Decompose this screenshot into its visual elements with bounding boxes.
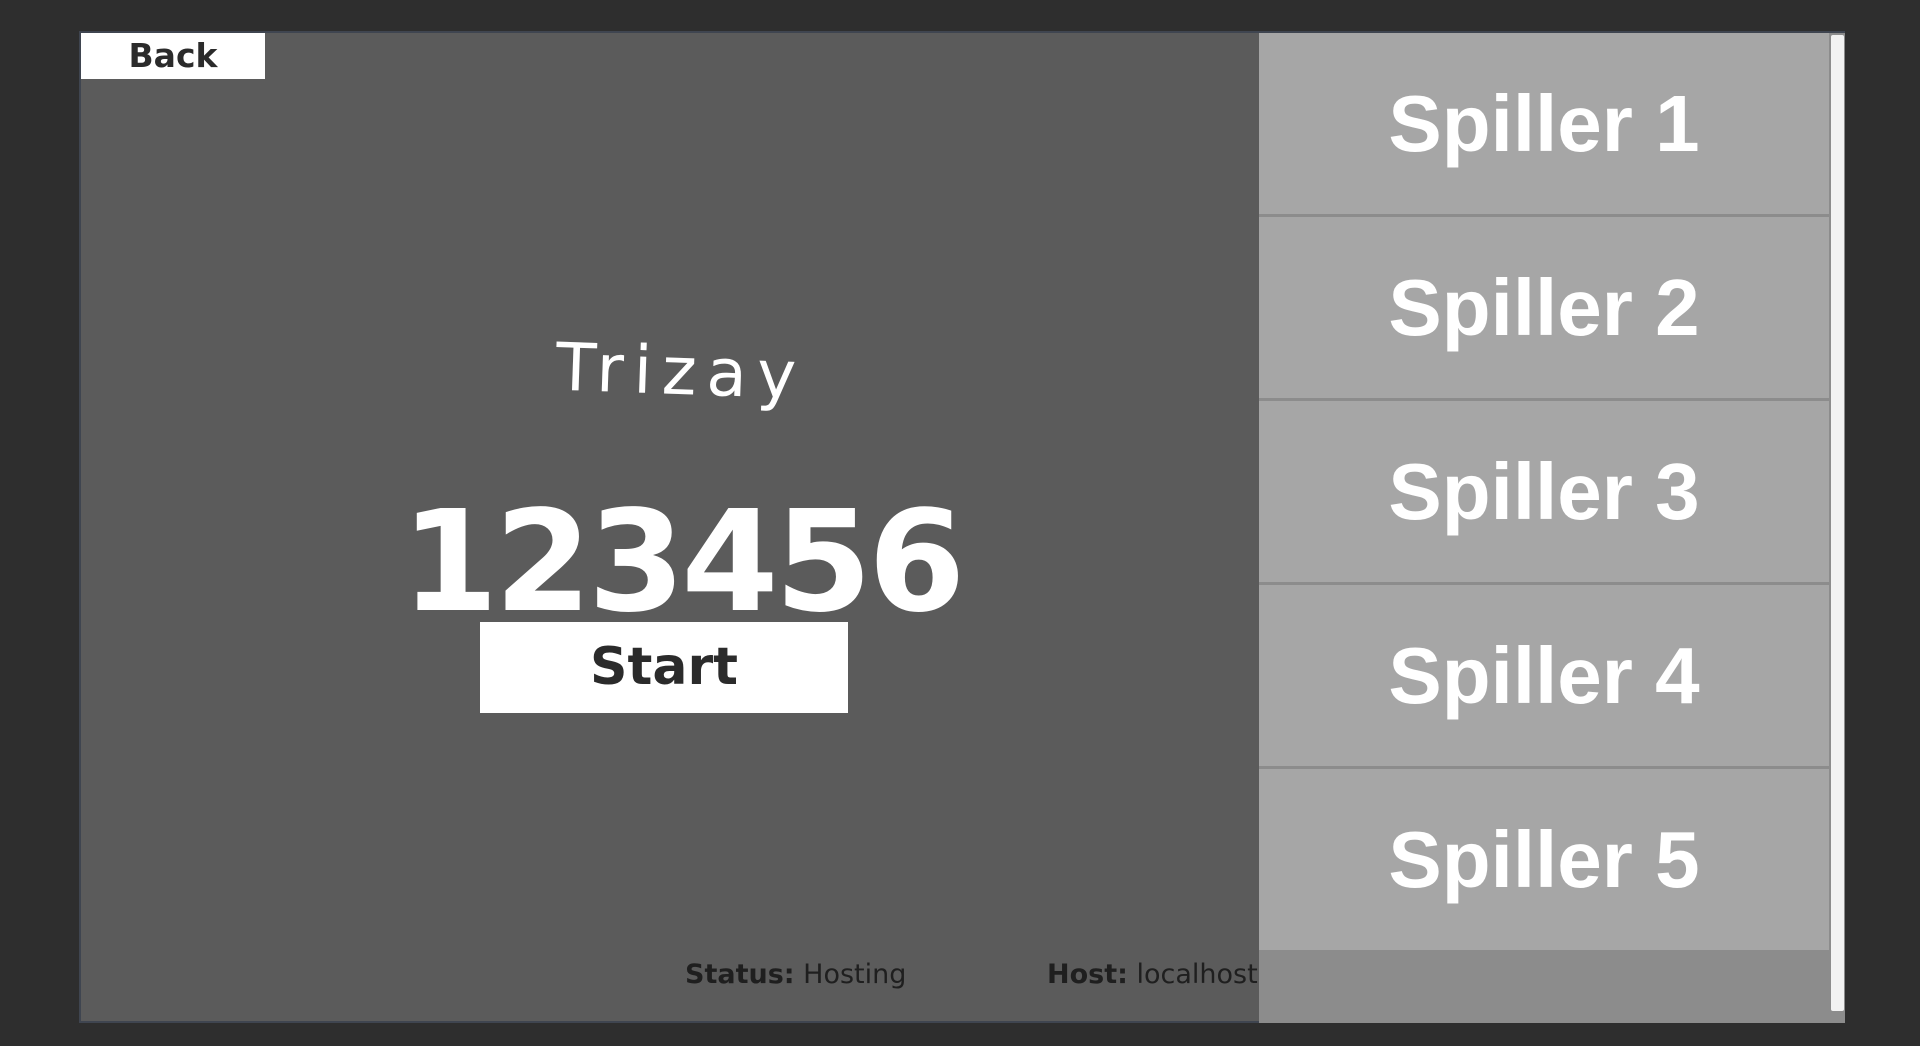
- player-list-scrollbar[interactable]: [1831, 35, 1844, 1011]
- host-indicator: Host: localhost: [1047, 959, 1258, 990]
- player-slot-3[interactable]: Spiller 3: [1259, 401, 1829, 582]
- status-label: Status:: [685, 959, 795, 990]
- player-slot-1[interactable]: Spiller 1: [1259, 33, 1829, 214]
- back-button[interactable]: Back: [81, 33, 265, 79]
- status-value: Hosting: [803, 959, 907, 990]
- player-list: Spiller 1 Spiller 2 Spiller 3 Spiller 4 …: [1259, 33, 1845, 1023]
- player-slot-2[interactable]: Spiller 2: [1259, 217, 1829, 398]
- start-button[interactable]: Start: [480, 622, 848, 713]
- status-indicator: Status: Hosting: [685, 959, 906, 990]
- host-label: Host:: [1047, 959, 1128, 990]
- game-code: 123456: [401, 481, 965, 644]
- player-slot-5[interactable]: Spiller 5: [1259, 769, 1829, 950]
- host-value: localhost: [1136, 959, 1258, 990]
- game-title: Trizay: [554, 328, 808, 415]
- player-slot-4[interactable]: Spiller 4: [1259, 585, 1829, 766]
- game-lobby-frame: Back Trizay 123456 Start Status: Hosting…: [79, 31, 1845, 1023]
